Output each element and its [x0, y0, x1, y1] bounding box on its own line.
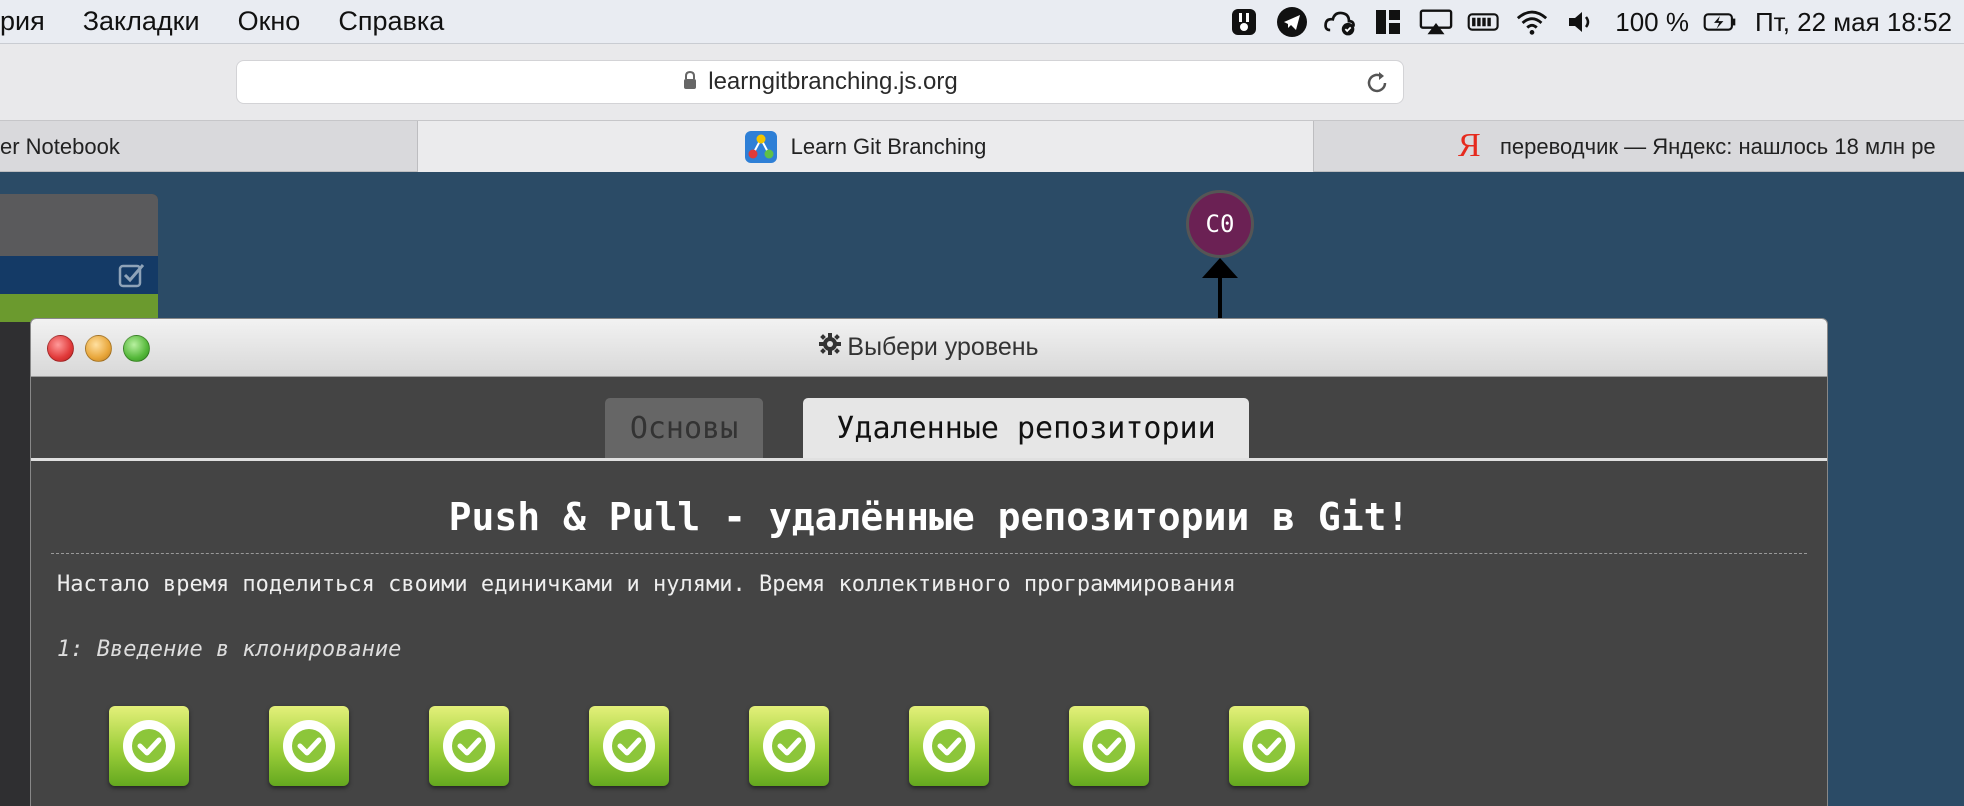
modal-titlebar[interactable]: Выбери уровень: [31, 319, 1827, 377]
level-tabs: Основы Удаленные репозитории: [31, 377, 1827, 461]
menu-window[interactable]: Окно: [238, 6, 301, 37]
browser-toolbar: learngitbranching.js.org: [0, 44, 1964, 120]
side-panel-header: [0, 194, 158, 256]
page-content: C0 Выбери уровень Основы Удаленные репоз…: [0, 172, 1964, 806]
checkmark-icon: [443, 720, 495, 772]
level-button[interactable]: [1069, 706, 1149, 786]
cloud-sync-icon[interactable]: [1323, 5, 1357, 39]
modal-title: Выбери уровень: [819, 333, 1039, 362]
tab-yandex-translate[interactable]: Я переводчик — Яндекс: нашлось 18 млн ре: [1314, 121, 1964, 173]
checkbox-icon: [118, 262, 146, 293]
battery-percent: 100 %: [1615, 6, 1689, 37]
level-select-modal: Выбери уровень Основы Удаленные репозито…: [30, 318, 1828, 806]
status-area: 100 % Пт, 22 мая 18:52: [1213, 0, 1952, 44]
battery-indicator-icon[interactable]: [1467, 5, 1501, 39]
level-button[interactable]: [909, 706, 989, 786]
address-bar[interactable]: learngitbranching.js.org: [236, 60, 1404, 104]
telegram-icon[interactable]: [1275, 5, 1309, 39]
tab-remote-repositories[interactable]: Удаленные репозитории: [803, 398, 1249, 458]
tab-label: переводчик — Яндекс: нашлось 18 млн ре: [1500, 134, 1936, 159]
lock-icon: [682, 70, 698, 95]
tab-bar: er Notebook Learn Git Branching Я перево…: [0, 120, 1964, 173]
level-button[interactable]: [749, 706, 829, 786]
tab-notebook[interactable]: er Notebook: [0, 121, 418, 173]
level-button[interactable]: [269, 706, 349, 786]
menu-items: рия Закладки Окно Справка: [0, 0, 482, 44]
checkmark-icon: [1083, 720, 1135, 772]
clock[interactable]: Пт, 22 мая 18:52: [1755, 7, 1952, 38]
sequence-name: 1: Введение в клонирование: [57, 637, 402, 662]
git-branching-favicon-icon: [744, 131, 777, 163]
level-button[interactable]: [109, 706, 189, 786]
menu-help[interactable]: Справка: [338, 6, 444, 37]
airplay-icon[interactable]: [1419, 5, 1453, 39]
checkmark-icon: [123, 720, 175, 772]
levels-body: Push & Pull - удалённые репозитории в Gi…: [31, 461, 1827, 786]
menu-bookmarks[interactable]: Закладки: [83, 6, 200, 37]
volume-icon[interactable]: [1563, 5, 1597, 39]
level-button[interactable]: [1229, 706, 1309, 786]
macos-menu-bar: рия Закладки Окно Справка 100 % Пт, 22 м…: [0, 0, 1964, 44]
level-button[interactable]: [589, 706, 669, 786]
battery-icon[interactable]: [1703, 5, 1737, 39]
gear-icon: [819, 333, 842, 362]
section-title: Push & Pull - удалённые репозитории в Gi…: [51, 461, 1807, 554]
yandex-icon: Я: [1458, 127, 1481, 164]
url-text[interactable]: learngitbranching.js.org: [708, 68, 957, 96]
commit-edge: [1218, 266, 1222, 326]
tab-basics[interactable]: Основы: [605, 398, 763, 458]
section-description: Настало время поделиться своими единичка…: [57, 572, 1236, 597]
checkmark-icon: [763, 720, 815, 772]
close-button[interactable]: [47, 335, 74, 362]
tab-label: Learn Git Branching: [790, 134, 987, 159]
window-layout-icon[interactable]: [1371, 5, 1405, 39]
tab-label: er Notebook: [0, 134, 120, 159]
hook-icon[interactable]: [1227, 5, 1261, 39]
reload-icon[interactable]: [1363, 69, 1391, 97]
checkmark-icon: [1243, 720, 1295, 772]
menu-history[interactable]: рия: [0, 6, 45, 37]
checkmark-icon: [603, 720, 655, 772]
side-panel-goal-row[interactable]: [0, 256, 158, 294]
zoom-button[interactable]: [123, 335, 150, 362]
level-icons: [51, 662, 1807, 786]
checkmark-icon: [923, 720, 975, 772]
tab-learn-git-branching[interactable]: Learn Git Branching: [418, 121, 1314, 173]
level-button[interactable]: [429, 706, 509, 786]
commit-node[interactable]: C0: [1186, 190, 1254, 258]
modal-title-text: Выбери уровень: [847, 333, 1039, 361]
minimize-button[interactable]: [85, 335, 112, 362]
window-controls: [47, 335, 161, 362]
wifi-icon[interactable]: [1515, 5, 1549, 39]
checkmark-icon: [283, 720, 335, 772]
